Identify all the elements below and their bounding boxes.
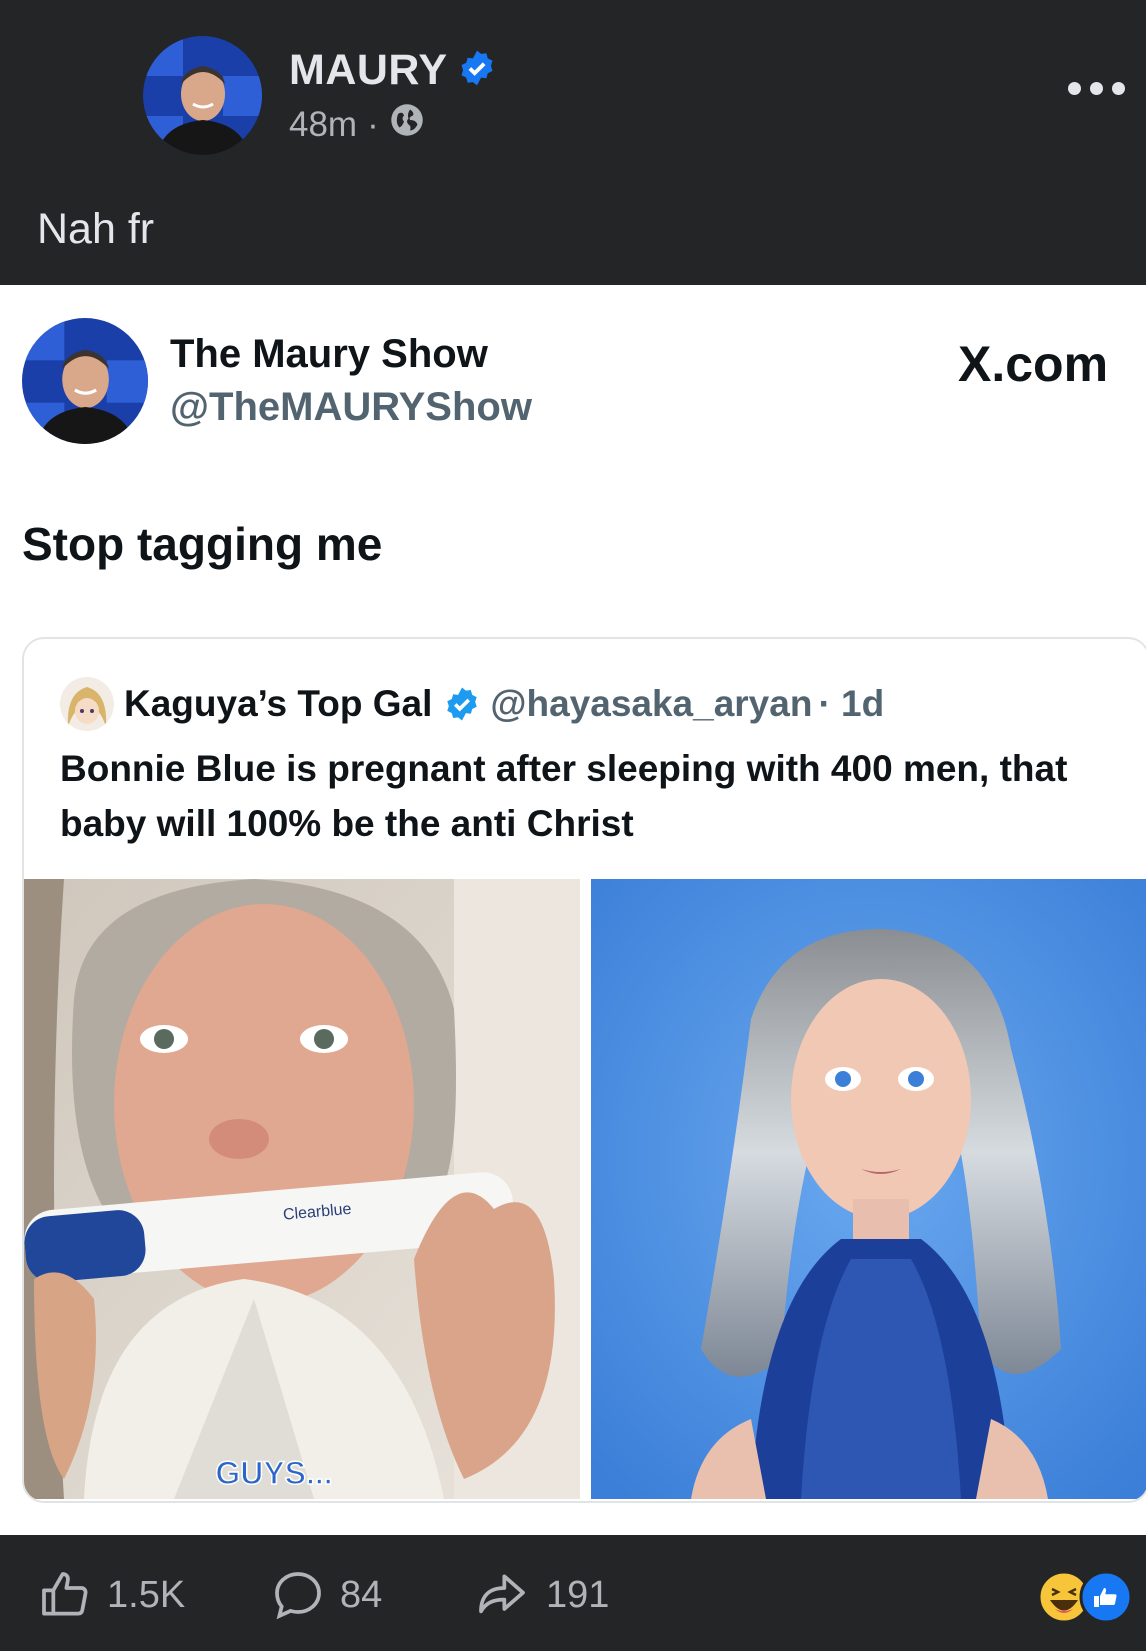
photo-pregnancy-test: Clearblue GUYS... [24, 879, 580, 1499]
post-header: MAURY 48m · Nah fr [0, 0, 1146, 285]
like-button[interactable]: 1.5K [37, 1567, 185, 1623]
more-options-icon[interactable] [1068, 82, 1125, 95]
quoted-header: Kaguya’s Top Gal @hayasaka_aryan · 1d [60, 677, 884, 731]
quoted-handle: @hayasaka_aryan [490, 683, 813, 724]
photo-caption: GUYS... [215, 1455, 332, 1491]
share-icon [479, 1574, 525, 1614]
share-count: 191 [546, 1573, 610, 1616]
globe-icon [389, 102, 425, 147]
photo-portrait [591, 879, 1146, 1499]
post-time[interactable]: 48m [289, 105, 357, 145]
embed-text: Stop tagging me [22, 518, 383, 570]
quoted-time: · 1d [818, 683, 885, 724]
share-button[interactable]: 191 [472, 1567, 609, 1623]
comment-button[interactable]: 84 [270, 1567, 382, 1623]
embed-avatar [22, 318, 148, 444]
quoted-name: Kaguya’s Top Gal [124, 683, 433, 724]
quoted-tweet: Kaguya’s Top Gal @hayasaka_aryan · 1d Bo… [22, 637, 1146, 1503]
author-avatar[interactable] [143, 36, 262, 155]
comment-icon [275, 1572, 321, 1620]
quoted-text: Bonnie Blue is pregnant after sleeping w… [60, 748, 1068, 844]
embed-name: The Maury Show [170, 332, 488, 376]
meta-separator: · [367, 104, 379, 144]
post-caption: Nah fr [37, 205, 155, 253]
reactions-summary[interactable] [1036, 1569, 1136, 1625]
comment-count: 84 [340, 1573, 383, 1616]
embed-handle: @TheMAURYShow [170, 385, 532, 429]
like-count: 1.5K [107, 1573, 186, 1616]
quoted-verified-icon [444, 686, 480, 722]
author-name-row: MAURY [289, 46, 496, 95]
author-name[interactable]: MAURY [289, 46, 448, 95]
like-icon [42, 1572, 88, 1616]
verified-badge-icon [458, 49, 496, 92]
source-label: X.com [958, 336, 1109, 392]
shared-post-image[interactable]: The Maury Show @TheMAURYShow X.com Stop … [0, 285, 1146, 1535]
post-meta: 48m · [289, 102, 425, 147]
post-footer: 1.5K 84 191 [0, 1535, 1146, 1651]
like-reaction-icon [1079, 1570, 1133, 1624]
quoted-avatar [60, 677, 114, 731]
